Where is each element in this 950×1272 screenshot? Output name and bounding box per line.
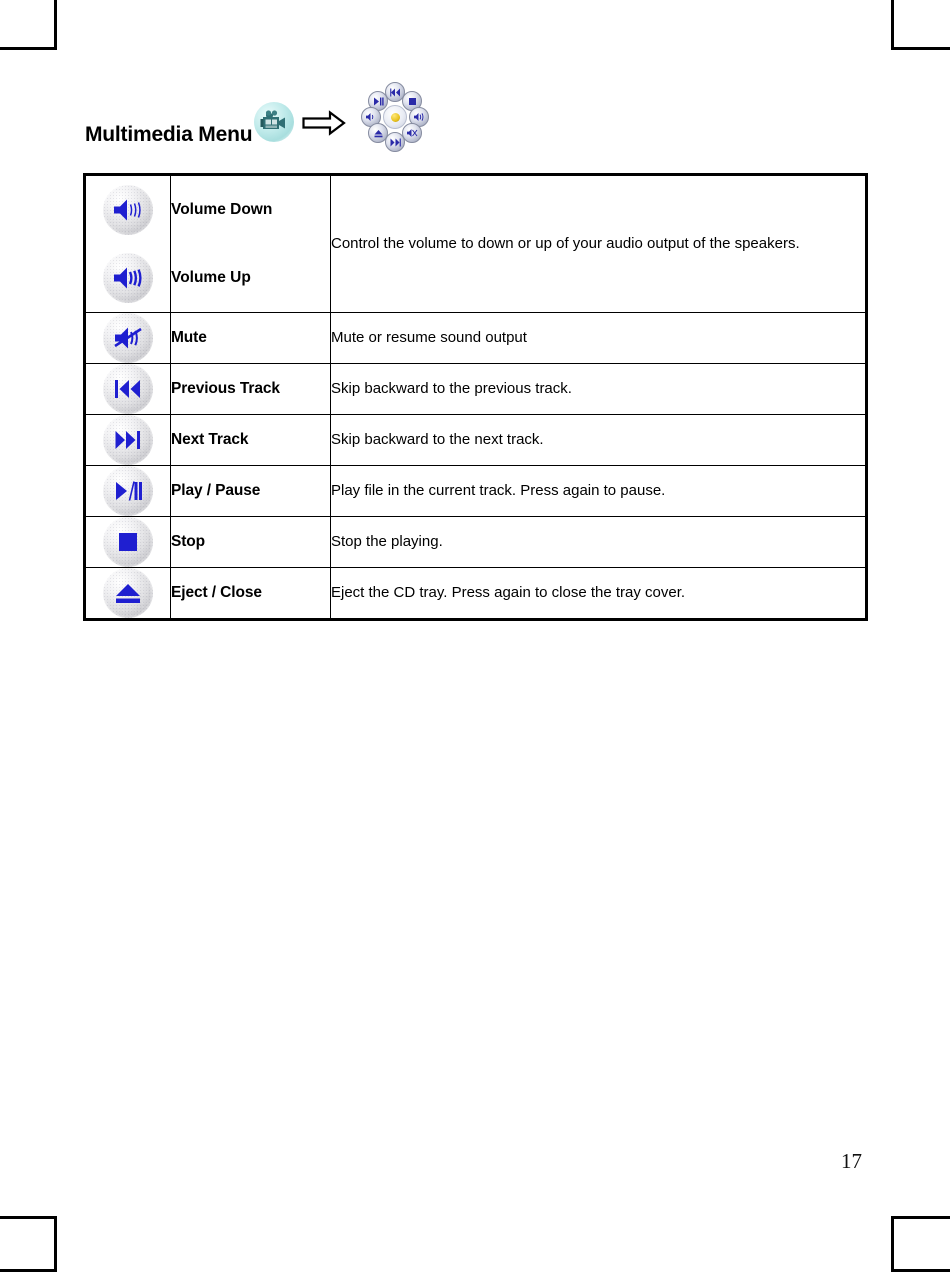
- crop-mark-top-right: [891, 0, 950, 50]
- label-next-track: Next Track: [170, 414, 331, 466]
- description-previous-track: Skip backward to the previous track.: [330, 363, 867, 415]
- description-play-pause: Play file in the current track. Press ag…: [330, 465, 867, 517]
- next-track-icon: [103, 415, 153, 465]
- volume-down-icon: [103, 185, 153, 235]
- label-eject-close: Eject / Close: [170, 567, 331, 620]
- table-row: Eject / Close Eject the CD tray. Press a…: [84, 567, 867, 620]
- cell-icon-eject-close: [84, 567, 171, 620]
- table-row: Stop Stop the playing.: [84, 516, 867, 568]
- cell-label-volume: Volume Down Volume Up: [170, 174, 331, 313]
- label-mute: Mute: [170, 312, 331, 364]
- description-volume: Control the volume to down or up of your…: [330, 174, 867, 313]
- page-number: 17: [841, 1149, 862, 1173]
- crop-mark-bottom-left: [0, 1216, 57, 1272]
- camcorder-icon: [254, 102, 295, 142]
- table-row: Previous Track Skip backward to the prev…: [84, 363, 867, 415]
- table-row: Play / Pause Play file in the current tr…: [84, 465, 867, 517]
- eject-close-icon: [103, 568, 153, 618]
- crop-mark-bottom-right: [891, 1216, 950, 1272]
- icon-wrap-volume-down: [86, 176, 170, 244]
- stop-icon: [103, 517, 153, 567]
- description-eject-close: Eject the CD tray. Press again to close …: [330, 567, 867, 620]
- icon-wrap-volume-up: [86, 244, 170, 312]
- radial-node-mute: [402, 123, 423, 143]
- label-volume-up: Volume Up: [171, 269, 251, 286]
- table-row: Volume Down Volume Up Control the volume…: [84, 174, 867, 313]
- table-row: Mute Mute or resume sound output: [84, 312, 867, 364]
- radial-node-next: [385, 132, 406, 152]
- cell-icon-play-pause: [84, 465, 171, 517]
- cell-icon-stop: [84, 516, 171, 568]
- crop-mark-top-left: [0, 0, 57, 50]
- cell-icon-volume: [84, 174, 171, 313]
- label-stop: Stop: [170, 516, 331, 568]
- label-previous-track: Previous Track: [170, 363, 331, 415]
- volume-up-icon: [103, 253, 153, 303]
- description-mute: Mute or resume sound output: [330, 312, 867, 364]
- multimedia-buttons-table: Volume Down Volume Up Control the volume…: [83, 173, 868, 621]
- mute-icon: [103, 313, 153, 363]
- page-title: Multimedia Menu: [85, 122, 253, 146]
- section-heading: Multimedia Menu: [85, 82, 430, 154]
- cell-icon-mute: [84, 312, 171, 364]
- radial-hub-dot: [390, 112, 400, 122]
- radial-multimedia-menu-icon: [360, 82, 430, 152]
- cell-icon-previous-track: [84, 363, 171, 415]
- table-row: Next Track Skip backward to the next tra…: [84, 414, 867, 466]
- right-arrow-icon: [302, 110, 347, 136]
- label-play-pause: Play / Pause: [170, 465, 331, 517]
- previous-track-icon: [103, 364, 153, 414]
- label-volume-down: Volume Down: [171, 201, 273, 218]
- cell-icon-next-track: [84, 414, 171, 466]
- description-stop: Stop the playing.: [330, 516, 867, 568]
- play-pause-icon: [103, 466, 153, 516]
- description-next-track: Skip backward to the next track.: [330, 414, 867, 466]
